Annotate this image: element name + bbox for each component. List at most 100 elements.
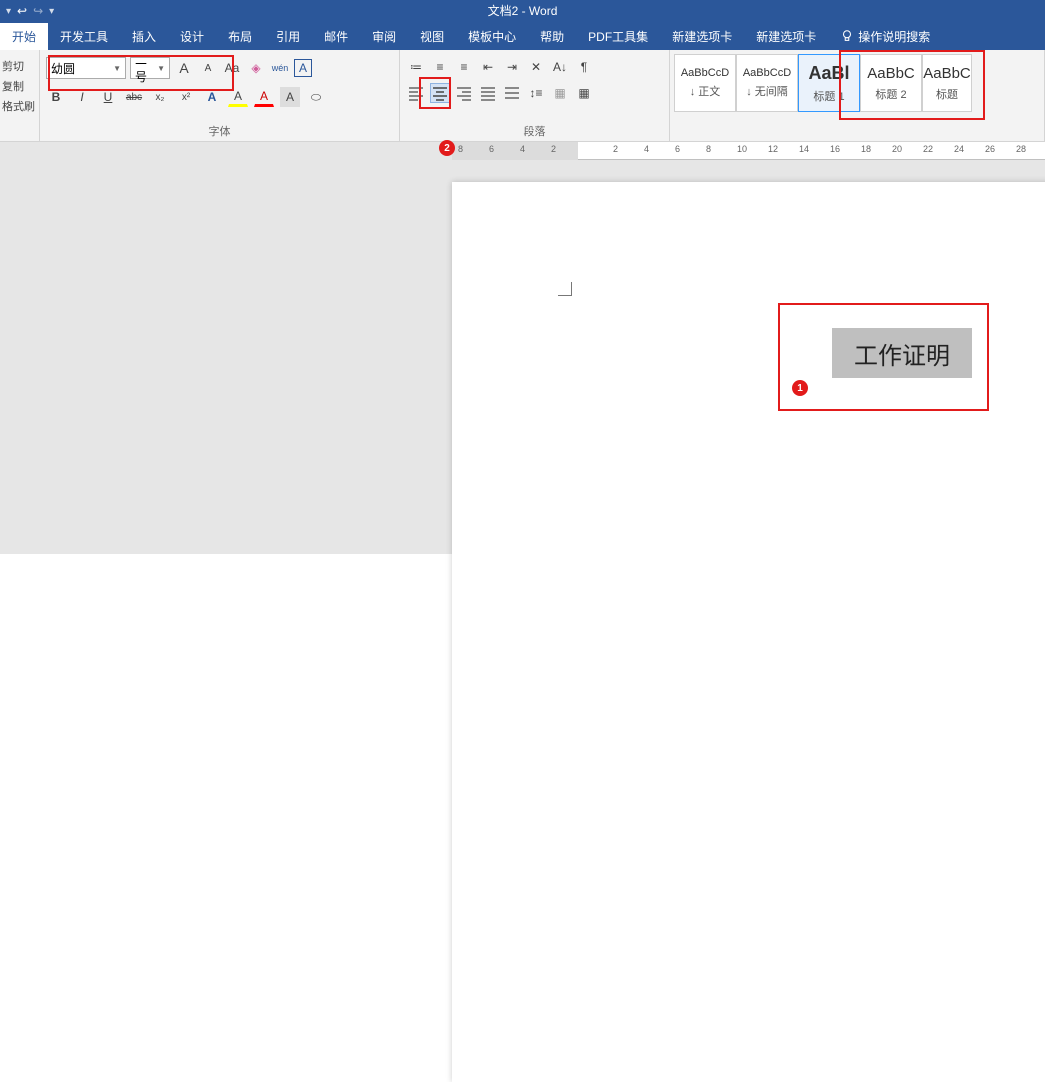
style-preview: AaBbC [867, 65, 915, 82]
qat-redo-icon[interactable]: ↪ [33, 4, 43, 18]
tab-home[interactable]: 开始 [0, 22, 48, 50]
ruler-tick: 4 [520, 144, 525, 154]
tab-design[interactable]: 设计 [168, 22, 216, 50]
font-size-value: 二号 [135, 51, 157, 85]
style-tile-heading1[interactable]: AaBl 标题 1 [798, 54, 860, 112]
ruler-tick: 16 [830, 144, 840, 154]
tab-mailings[interactable]: 邮件 [312, 22, 360, 50]
qat-more-icon[interactable]: ▾ [49, 6, 54, 17]
ribbon-tabs: 开始 开发工具 插入 设计 布局 引用 邮件 审阅 视图 模板中心 帮助 PDF… [0, 22, 1045, 50]
grow-font-button[interactable]: A [174, 58, 194, 78]
qat-dropdown-icon[interactable]: ▾ [6, 6, 11, 17]
annotation-badge: 2 [439, 140, 455, 156]
annotation-badge: 1 [792, 380, 808, 396]
quick-access-toolbar: ▾ ↩ ↪ ▾ [0, 4, 54, 18]
font-name-combo[interactable]: 幼圆 ▼ [46, 57, 126, 79]
tell-me-label: 操作说明搜索 [858, 28, 930, 45]
style-tile-heading2[interactable]: AaBbC 标题 2 [860, 54, 922, 112]
ruler-tick: 12 [768, 144, 778, 154]
bullets-button[interactable]: ≔ [406, 57, 426, 77]
horizontal-ruler[interactable]: 8642246810121416182022242628 [452, 142, 1045, 160]
line-spacing-button[interactable]: ↕≡ [526, 83, 546, 103]
style-name: 标题 [936, 86, 958, 102]
borders-button[interactable]: ▦ [574, 83, 594, 103]
ruler-tick: 24 [954, 144, 964, 154]
asian-layout-button[interactable]: ✕ [526, 57, 546, 77]
qat-undo-icon[interactable]: ↩ [17, 4, 27, 18]
ruler-tick: 14 [799, 144, 809, 154]
style-tile-normal[interactable]: AaBbCcD ↓ 正文 [674, 54, 736, 112]
tab-review[interactable]: 审阅 [360, 22, 408, 50]
increase-indent-button[interactable]: ⇥ [502, 57, 522, 77]
tab-help[interactable]: 帮助 [528, 22, 576, 50]
ruler-tick: 22 [923, 144, 933, 154]
char-shading-button[interactable]: A [280, 87, 300, 107]
tab-insert[interactable]: 插入 [120, 22, 168, 50]
justify-button[interactable] [478, 83, 498, 103]
style-name: ↓ 无间隔 [746, 83, 788, 99]
char-border-button[interactable]: A [294, 59, 312, 77]
align-right-button[interactable] [454, 83, 474, 103]
cut-button[interactable]: 剪切 [2, 56, 37, 76]
numbering-button[interactable]: ≡ [430, 57, 450, 77]
tab-references[interactable]: 引用 [264, 22, 312, 50]
tab-custom-2[interactable]: 新建选项卡 [744, 22, 828, 50]
document-title: 文档2 - Word [488, 4, 558, 18]
tab-pdf-tools[interactable]: PDF工具集 [576, 22, 660, 50]
style-preview: AaBbCcD [743, 67, 791, 79]
styles-group: AaBbCcD ↓ 正文 AaBbCcD ↓ 无间隔 AaBl 标题 1 AaB… [670, 50, 1045, 141]
show-marks-button[interactable]: ¶ [574, 57, 594, 77]
font-name-value: 幼圆 [51, 60, 75, 77]
style-name: 标题 2 [875, 86, 906, 102]
align-center-button[interactable] [430, 83, 450, 103]
style-preview: AaBbC [923, 65, 971, 82]
font-size-combo[interactable]: 二号 ▼ [130, 57, 170, 79]
shading-button[interactable]: ▦ [550, 83, 570, 103]
ruler-tick: 28 [1016, 144, 1026, 154]
underline-button[interactable]: U [98, 87, 118, 107]
ruler-tick: 6 [489, 144, 494, 154]
workspace: 8642246810121416182022242628 工作证明 [0, 142, 1045, 554]
ruler-tick: 2 [551, 144, 556, 154]
style-tile-nospacing[interactable]: AaBbCcD ↓ 无间隔 [736, 54, 798, 112]
copy-button[interactable]: 复制 [2, 76, 37, 96]
subscript-button[interactable]: x₂ [150, 87, 170, 107]
selected-heading-text[interactable]: 工作证明 [832, 328, 972, 378]
ruler-tick: 6 [675, 144, 680, 154]
tab-templates[interactable]: 模板中心 [456, 22, 528, 50]
tab-view[interactable]: 视图 [408, 22, 456, 50]
superscript-button[interactable]: x² [176, 87, 196, 107]
align-left-button[interactable] [406, 83, 426, 103]
tab-layout[interactable]: 布局 [216, 22, 264, 50]
ruler-tick: 2 [613, 144, 618, 154]
tell-me-search[interactable]: 操作说明搜索 [828, 22, 942, 50]
distribute-icon [504, 85, 520, 101]
clipboard-group: 剪切 复制 格式刷 [0, 50, 40, 141]
italic-button[interactable]: I [72, 87, 92, 107]
clear-formatting-button[interactable]: ◈ [246, 58, 266, 78]
ribbon: 剪切 复制 格式刷 幼圆 ▼ 二号 ▼ A A Aa ◈ wén [0, 50, 1045, 142]
format-painter-button[interactable]: 格式刷 [2, 96, 37, 116]
document-page[interactable]: 工作证明 [452, 182, 1045, 1082]
distribute-button[interactable] [502, 83, 522, 103]
change-case-button[interactable]: Aa [222, 58, 242, 78]
paragraph-group-label: 段落 [406, 121, 663, 139]
strikethrough-button[interactable]: abc [124, 87, 144, 107]
highlight-color-button[interactable]: A [228, 87, 248, 107]
tab-developer[interactable]: 开发工具 [48, 22, 120, 50]
shrink-font-button[interactable]: A [198, 58, 218, 78]
tab-custom-1[interactable]: 新建选项卡 [660, 22, 744, 50]
decrease-indent-button[interactable]: ⇤ [478, 57, 498, 77]
style-preview: AaBbCcD [681, 67, 729, 79]
style-preview: AaBl [808, 63, 849, 84]
multilevel-list-button[interactable]: ≡ [454, 57, 474, 77]
text-effects-button[interactable]: A [202, 87, 222, 107]
clipboard-group-label [2, 135, 37, 139]
sort-button[interactable]: A↓ [550, 57, 570, 77]
style-tile-title[interactable]: AaBbC 标题 [922, 54, 972, 112]
bold-button[interactable]: B [46, 87, 66, 107]
font-color-button[interactable]: A [254, 87, 274, 107]
phonetic-guide-button[interactable]: wén [270, 58, 290, 78]
style-name: 标题 1 [813, 88, 844, 104]
enclose-char-button[interactable]: ⬭ [306, 87, 326, 107]
